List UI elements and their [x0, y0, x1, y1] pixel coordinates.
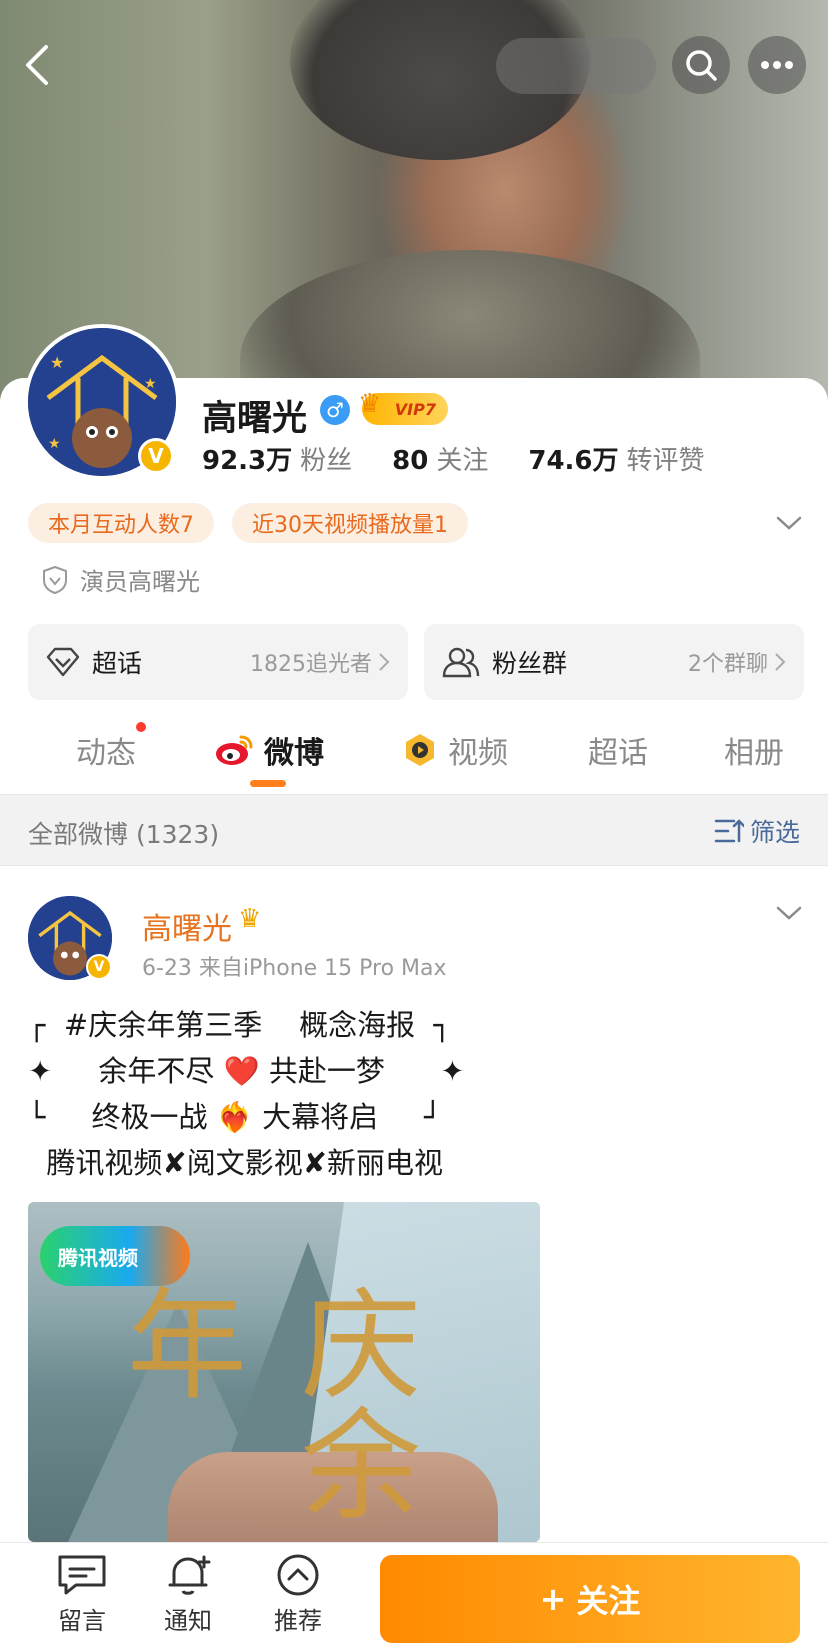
poster-calligraphy: 庆余年 — [106, 1282, 419, 1522]
follow-label: 关注 — [576, 1582, 641, 1620]
post-meta: 6-23 来自iPhone 15 Pro Max — [142, 956, 447, 981]
crown-icon: ♛ — [238, 904, 262, 934]
tab-feed[interactable]: 动态 — [76, 728, 136, 772]
supertopic-title: 超话 — [92, 649, 143, 678]
recommend-button[interactable]: 推荐 — [248, 1553, 348, 1636]
post-text: ┌ #庆余年第三季 概念海报 ┐ ✦ 余年不尽 ❤️ 共赴一梦 ✦ └ 终极一战… — [28, 1002, 548, 1186]
post-image[interactable]: 庆余年 腾讯视频 — [28, 1202, 540, 1542]
video-icon — [406, 734, 434, 766]
profile-name: 高曙光 — [202, 399, 308, 439]
stat-followers[interactable]: 92.3万 粉丝 — [202, 440, 352, 477]
crown-icon: ♛ — [358, 389, 382, 419]
fangroup-title: 粉丝群 — [492, 649, 568, 678]
profile-stats: 92.3万 粉丝 80 关注 74.6万 转评赞 — [202, 440, 705, 477]
post-line: ✦ 余年不尽 ❤️ 共赴一梦 ✦ — [28, 1054, 465, 1088]
filter-bar: 全部微博 (1323) 筛选 — [0, 794, 828, 866]
tencent-video-logo: 腾讯视频 — [40, 1226, 190, 1286]
more-button[interactable] — [748, 36, 806, 94]
chevron-down-icon[interactable] — [774, 898, 804, 928]
tab-album[interactable]: 相册 — [724, 728, 784, 772]
vip-label: VIP7 — [394, 399, 436, 419]
svg-text:★: ★ — [144, 376, 157, 392]
verified-badge: V — [86, 954, 112, 980]
users-icon — [442, 647, 480, 678]
bell-plus-icon — [168, 1555, 211, 1595]
chevron-left-icon — [26, 45, 48, 85]
post-line: ┌ #庆余年第三季 概念海报 ┐ — [28, 1008, 451, 1042]
plus-icon: + — [539, 1580, 567, 1618]
tab-supertopic[interactable]: 超话 — [588, 728, 648, 772]
stat-reposts-likes[interactable]: 74.6万 转评赞 — [528, 440, 704, 477]
shield-icon — [43, 565, 67, 594]
notify-button[interactable]: 通知 — [138, 1553, 238, 1636]
chevron-right-icon — [379, 653, 390, 671]
chevron-down-icon[interactable] — [774, 508, 804, 538]
comment-button[interactable]: 留言 — [32, 1553, 132, 1636]
chip-video-plays[interactable]: 近30天视频播放量1 — [232, 503, 468, 543]
fangroup-entry[interactable]: 粉丝群 2个群聊 — [424, 624, 804, 700]
post-count: 全部微博 (1323) — [28, 820, 220, 849]
supertopic-meta: 1825追光者 — [250, 652, 372, 677]
top-action-pill[interactable] — [496, 38, 656, 94]
svg-text:★: ★ — [48, 436, 61, 452]
post-author-name[interactable]: 高曙光 — [142, 904, 232, 948]
supertopic-entry[interactable]: 超话 1825追光者 — [28, 624, 408, 700]
chevron-right-icon — [775, 653, 786, 671]
more-icon — [761, 61, 793, 69]
bottom-bar: 留言 通知 推荐 + 关注 — [0, 1542, 828, 1652]
stat-following[interactable]: 80 关注 — [392, 440, 488, 477]
profile-chips: 本月互动人数7 近30天视频播放量1 — [28, 503, 468, 543]
diamond-icon — [46, 647, 80, 677]
fangroup-meta: 2个群聊 — [688, 652, 768, 677]
verification-info: 演员高曙光 — [42, 562, 200, 597]
filter-icon — [714, 819, 744, 843]
unread-dot — [136, 722, 146, 732]
back-button[interactable] — [14, 42, 60, 88]
search-icon — [686, 50, 717, 81]
active-tab-indicator — [250, 780, 286, 787]
post-line: └ 终极一战 ❤️‍🔥 大幕将启 ┘ — [28, 1100, 442, 1134]
message-icon — [58, 1555, 106, 1595]
weibo-icon — [216, 735, 253, 765]
tab-video[interactable]: 视频 — [402, 728, 508, 772]
svg-text:★: ★ — [50, 353, 64, 372]
chip-monthly-interactions[interactable]: 本月互动人数7 — [28, 503, 214, 543]
vip-badge[interactable]: ♛ VIP7 — [358, 389, 448, 425]
verification-label: 演员高曙光 — [80, 568, 200, 596]
verified-badge: V — [138, 438, 174, 474]
post-line: 腾讯视频✘阅文影视✘新丽电视 — [28, 1146, 444, 1180]
filter-button[interactable]: 筛选 — [714, 813, 800, 849]
gender-male-icon: ♂ — [320, 395, 350, 425]
tab-weibo[interactable]: 微博 — [214, 728, 324, 772]
chevron-up-circle-icon — [277, 1554, 319, 1596]
follow-button[interactable]: + 关注 — [380, 1555, 800, 1643]
search-button[interactable] — [672, 36, 730, 94]
